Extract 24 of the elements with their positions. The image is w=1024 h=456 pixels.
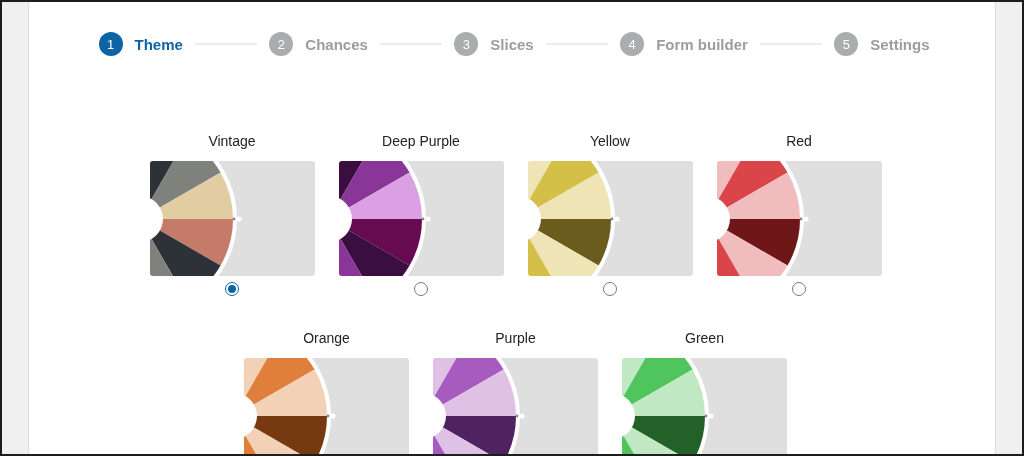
step-number[interactable]: 4 — [620, 32, 645, 56]
step-label[interactable]: Form builder — [656, 35, 748, 53]
step-label[interactable]: Chances — [305, 35, 368, 53]
step-number[interactable]: 1 — [98, 32, 123, 56]
theme-name: Deep Purple — [382, 132, 460, 150]
theme-card[interactable] — [527, 161, 693, 276]
theme-name: Red — [786, 132, 812, 150]
theme-card[interactable] — [433, 358, 598, 454]
step-label[interactable]: Theme — [134, 35, 183, 53]
theme-card[interactable] — [338, 161, 504, 276]
theme-card[interactable] — [622, 358, 787, 454]
theme-card[interactable] — [716, 161, 882, 276]
theme-name: Green — [685, 329, 724, 347]
theme-name: Yellow — [590, 132, 630, 150]
step-number[interactable]: 3 — [454, 32, 479, 56]
theme-name: Orange — [303, 329, 350, 347]
theme-name: Vintage — [208, 132, 256, 150]
step-number[interactable]: 2 — [269, 32, 294, 56]
theme-card[interactable] — [149, 161, 315, 276]
step-label[interactable]: Slices — [490, 35, 534, 53]
step-label[interactable]: Settings — [870, 35, 930, 53]
theme-card[interactable] — [244, 358, 409, 454]
theme-name: Purple — [495, 329, 536, 347]
step-number[interactable]: 5 — [834, 32, 859, 56]
